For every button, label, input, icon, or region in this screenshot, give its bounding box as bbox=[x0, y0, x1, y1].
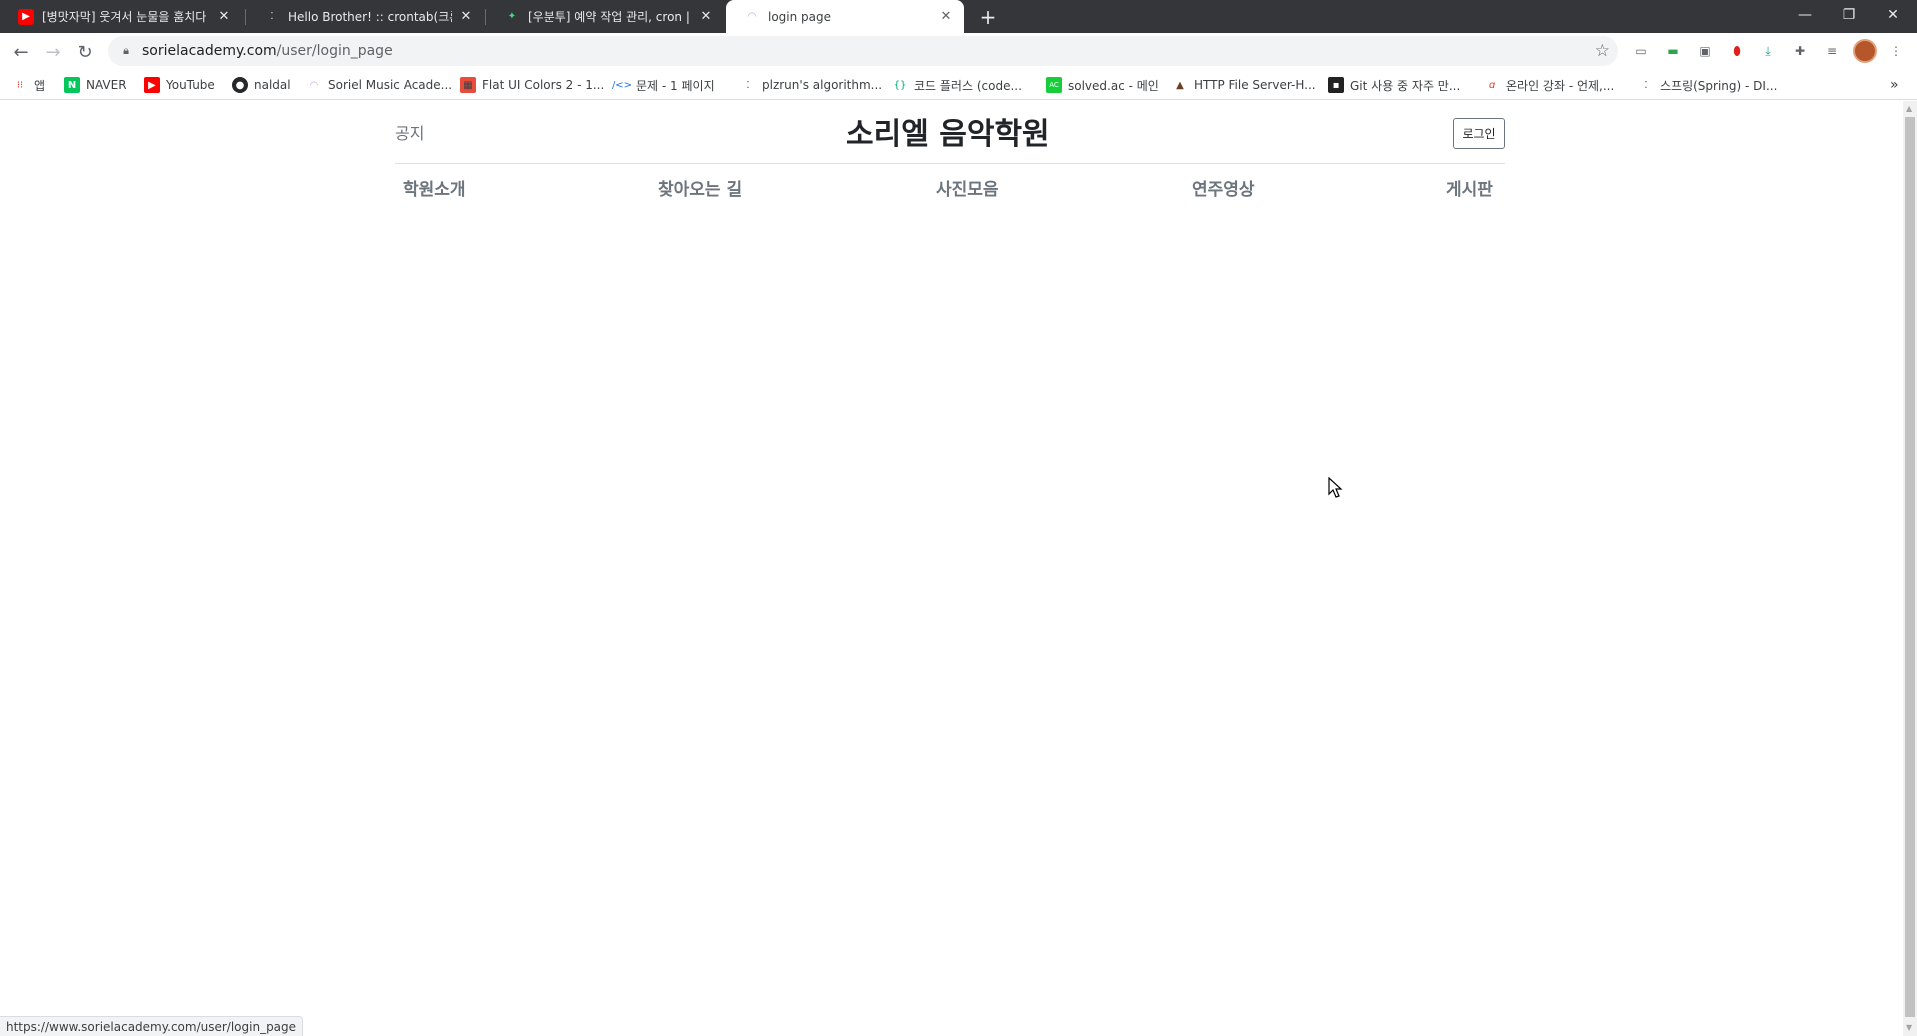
piano-icon: ◠ bbox=[747, 11, 757, 22]
login-button[interactable]: 로그인 bbox=[1453, 118, 1505, 149]
tistory-icon: ⁚ bbox=[746, 79, 750, 91]
solvedac-icon: AC bbox=[1046, 77, 1062, 93]
scroll-up-icon[interactable]: ▲ bbox=[1906, 104, 1914, 113]
apps-grid-icon: ⁝⁝ bbox=[16, 79, 24, 91]
minimize-button[interactable]: — bbox=[1783, 0, 1827, 30]
nav-item-photos[interactable]: 사진모음 bbox=[936, 175, 999, 200]
new-tab-button[interactable]: + bbox=[975, 4, 1001, 30]
flatui-icon: ▦ bbox=[460, 77, 476, 93]
browser-toolbar: ← → ↻ 🔒︎ sorielacademy.com/user/login_pa… bbox=[0, 33, 1917, 70]
naver-icon: N bbox=[64, 77, 80, 93]
page-content: 공지 소리엘 음악학원 로그인 학원소개 찾아오는 길 사진모음 연주영상 게시… bbox=[0, 101, 1903, 1036]
close-icon[interactable]: ✕ bbox=[698, 9, 714, 25]
tab-title: login page bbox=[768, 9, 832, 24]
bookmark-naver[interactable]: N NAVER bbox=[64, 76, 127, 94]
bookmark-spring[interactable]: ⁚ 스프링(Spring) - DI... bbox=[1638, 76, 1777, 94]
status-url-bar: https://www.sorielacademy.com/user/login… bbox=[0, 1016, 304, 1036]
bookmark-star-icon[interactable]: ☆ bbox=[1595, 41, 1610, 61]
bookmarks-bar: ⁝⁝ 앱 N NAVER ▶ YouTube ● naldal ◠ Soriel Musi… bbox=[0, 70, 1917, 100]
bookmarks-overflow-icon[interactable]: » bbox=[1890, 76, 1899, 94]
mouse-cursor-icon bbox=[1328, 477, 1343, 498]
bookmark-git[interactable]: ▪ Git 사용 중 자주 만... bbox=[1328, 76, 1460, 94]
site-icon: ✦ bbox=[507, 11, 517, 22]
tab-ubuntu-cron[interactable]: ✦ [우분투] 예약 작업 관리, cron | ✕ bbox=[486, 0, 724, 33]
git-icon: ▪ bbox=[1328, 77, 1344, 93]
puzzle-icon[interactable]: ✚ bbox=[1790, 41, 1810, 61]
site-title[interactable]: 소리엘 음악학원 bbox=[846, 109, 1050, 153]
bookmark-problems[interactable]: /<> 문제 - 1 페이지 bbox=[611, 76, 715, 94]
server-icon: ▲ bbox=[1176, 79, 1184, 91]
youtube-icon: ▶ bbox=[18, 8, 34, 25]
bookmark-youtube[interactable]: ▶ YouTube bbox=[144, 76, 215, 94]
tab-youtube[interactable]: ▶ [병맛자막] 웃겨서 눈물을 훔치다 ✕ bbox=[0, 0, 242, 33]
bookmark-naldal[interactable]: ● naldal bbox=[232, 76, 291, 94]
close-icon[interactable]: ✕ bbox=[938, 9, 954, 25]
code-icon: /<> bbox=[611, 79, 633, 91]
nav-item-board[interactable]: 게시판 bbox=[1446, 175, 1493, 200]
braces-icon: {} bbox=[893, 79, 907, 91]
nav-item-directions[interactable]: 찾아오는 길 bbox=[658, 175, 742, 200]
close-icon[interactable]: ✕ bbox=[216, 9, 232, 25]
piano-icon: ◠ bbox=[309, 79, 319, 91]
scrollbar-thumb[interactable] bbox=[1905, 117, 1915, 1017]
bookmark-inflearn[interactable]: ɑ 온라인 강좌 - 언제,... bbox=[1484, 76, 1615, 94]
cast-icon[interactable]: ▣ bbox=[1695, 41, 1715, 61]
menu-kebab-icon[interactable]: ⋮ bbox=[1886, 41, 1906, 61]
github-icon: ● bbox=[232, 77, 248, 93]
extension-icon[interactable]: ⤓ bbox=[1758, 41, 1778, 61]
header-divider bbox=[395, 163, 1505, 164]
address-bar[interactable]: 🔒︎ sorielacademy.com/user/login_page ☆ bbox=[108, 36, 1618, 66]
notice-link[interactable]: 공지 bbox=[395, 120, 424, 144]
page-scrollbar[interactable]: ▲ ▼ bbox=[1903, 101, 1917, 1036]
nav-item-videos[interactable]: 연주영상 bbox=[1192, 175, 1255, 200]
tab-login-page[interactable]: ◠ login page ✕ bbox=[726, 0, 964, 33]
bookmark-flatui[interactable]: ▦ Flat UI Colors 2 - 1... bbox=[460, 76, 604, 94]
tab-title: Hello Brother! :: crontab(크론탭 bbox=[288, 10, 452, 24]
tab-crontab[interactable]: ⁚ Hello Brother! :: crontab(크론탭 ✕ bbox=[246, 0, 484, 33]
bookmark-codeplus[interactable]: {} 코드 플러스 (code... bbox=[892, 76, 1022, 94]
url-text[interactable]: sorielacademy.com/user/login_page bbox=[142, 43, 393, 59]
nav-item-about[interactable]: 학원소개 bbox=[403, 175, 466, 200]
tab-strip: ▶ [병맛자막] 웃겨서 눈물을 훔치다 ✕ ⁚ Hello Brother! … bbox=[0, 0, 1917, 33]
bookmark-apps[interactable]: ⁝⁝ 앱 bbox=[12, 76, 45, 94]
close-icon[interactable]: ✕ bbox=[458, 9, 474, 25]
restore-button[interactable]: ❐ bbox=[1827, 0, 1871, 30]
tab-title: [우분투] 예약 작업 관리, cron | bbox=[528, 10, 690, 24]
youtube-icon: ▶ bbox=[144, 77, 160, 93]
lock-icon[interactable]: 🔒︎ bbox=[120, 44, 132, 58]
reload-button[interactable]: ↻ bbox=[70, 37, 100, 67]
extension-icon[interactable]: ▬ bbox=[1663, 41, 1683, 61]
tab-title: [병맛자막] 웃겨서 눈물을 훔치다 bbox=[42, 10, 207, 24]
tistory-icon: ⁚ bbox=[270, 11, 274, 22]
scroll-down-icon[interactable]: ▼ bbox=[1906, 1023, 1914, 1032]
back-button[interactable]: ← bbox=[6, 37, 36, 67]
bookmark-soriel[interactable]: ◠ Soriel Music Acade... bbox=[306, 76, 452, 94]
bookmark-hfs[interactable]: ▲ HTTP File Server-H... bbox=[1172, 76, 1315, 94]
close-window-button[interactable]: ✕ bbox=[1871, 0, 1915, 30]
forward-button[interactable]: → bbox=[38, 37, 68, 67]
opera-icon[interactable]: ⬮ bbox=[1727, 41, 1747, 61]
reading-list-icon[interactable]: ≡ bbox=[1822, 41, 1842, 61]
extension-icon[interactable]: ▭ bbox=[1631, 41, 1651, 61]
bookmark-solvedac[interactable]: AC solved.ac - 메인 bbox=[1046, 76, 1159, 94]
inflearn-icon: ɑ bbox=[1488, 79, 1496, 91]
profile-avatar[interactable] bbox=[1853, 39, 1877, 63]
bookmark-plzrun[interactable]: ⁚ plzrun's algorithm... bbox=[740, 76, 882, 94]
tistory-icon: ⁚ bbox=[1644, 79, 1648, 91]
